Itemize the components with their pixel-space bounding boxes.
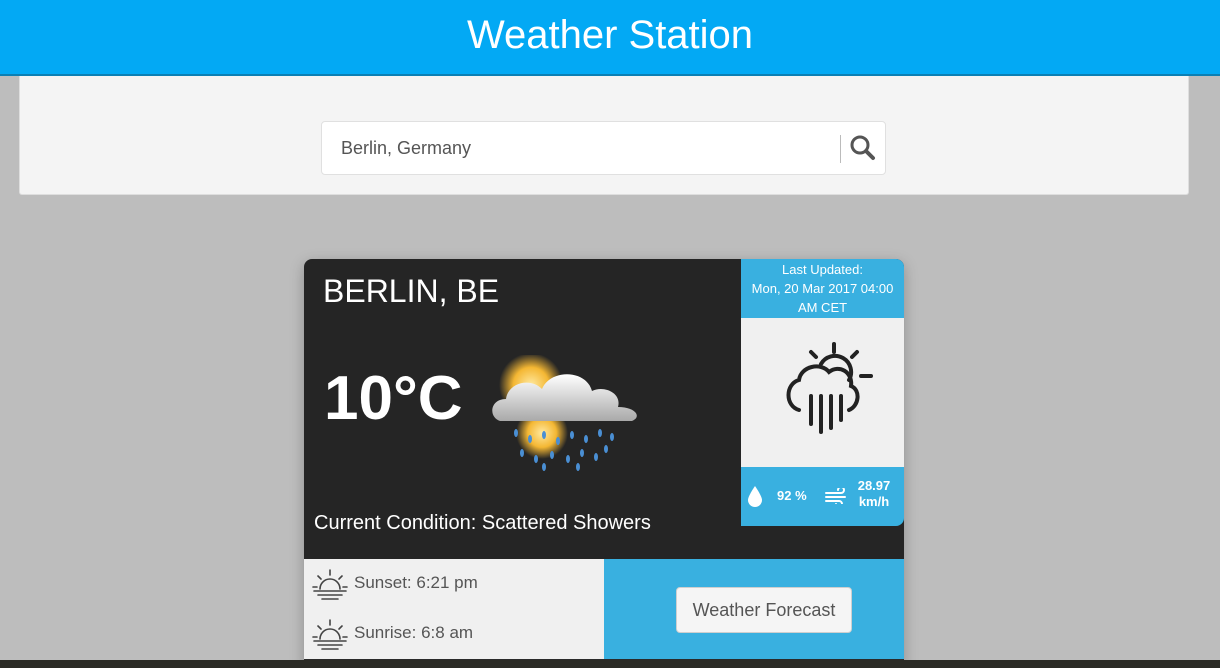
page-footer-strip xyxy=(0,660,1220,668)
info-sidebar: Last Updated: Mon, 20 Mar 2017 04:00 AM … xyxy=(741,259,904,526)
sunrise-time: Sunrise: 6:8 am xyxy=(354,623,474,642)
forecast-panel: Weather Forecast xyxy=(604,559,904,659)
last-updated-time: AM CET xyxy=(797,300,848,315)
search-input[interactable] xyxy=(322,122,840,174)
search-panel xyxy=(19,76,1189,195)
wind-speed-value: 28.97 xyxy=(857,478,891,493)
last-updated-label: Last Updated: xyxy=(782,262,863,277)
last-updated-date: Mon, 20 Mar 2017 04:00 xyxy=(751,281,894,296)
sun-times: Sunset: 6:21 pm Sunrise: 6:8 am xyxy=(304,559,604,659)
humidity-value: 92 % xyxy=(777,488,807,503)
search-icon xyxy=(850,135,875,160)
city-name: BERLIN, BE xyxy=(323,273,500,309)
wind-icon xyxy=(825,488,846,504)
app-title: Weather Station xyxy=(466,13,754,57)
app-header: Weather Station xyxy=(0,0,1220,76)
weather-stats: 92 % 28.97 km/h xyxy=(741,467,904,526)
temperature: 10°C xyxy=(324,364,463,433)
weather-card: BERLIN, BE 10°C Current Condition: Scatt… xyxy=(304,259,904,668)
search-box xyxy=(321,121,886,175)
sunrise-icon xyxy=(312,619,348,650)
sunset-time: Sunset: 6:21 pm xyxy=(354,573,478,592)
weather-forecast-button[interactable]: Weather Forecast xyxy=(676,587,852,633)
cloud-sun-rain-icon xyxy=(786,342,873,434)
wind-speed: 28.97 km/h xyxy=(851,478,897,510)
sunset-icon xyxy=(312,569,348,600)
wind-speed-unit: km/h xyxy=(858,494,890,509)
search-divider xyxy=(840,135,841,163)
search-button[interactable] xyxy=(846,131,880,165)
sun-cloud-rain-icon xyxy=(492,355,637,471)
weather-icon-box xyxy=(741,318,904,467)
last-updated: Last Updated: Mon, 20 Mar 2017 04:00 AM … xyxy=(741,259,904,318)
humidity-drop-icon xyxy=(748,486,762,507)
current-condition: Current Condition: Scattered Showers xyxy=(314,512,651,534)
